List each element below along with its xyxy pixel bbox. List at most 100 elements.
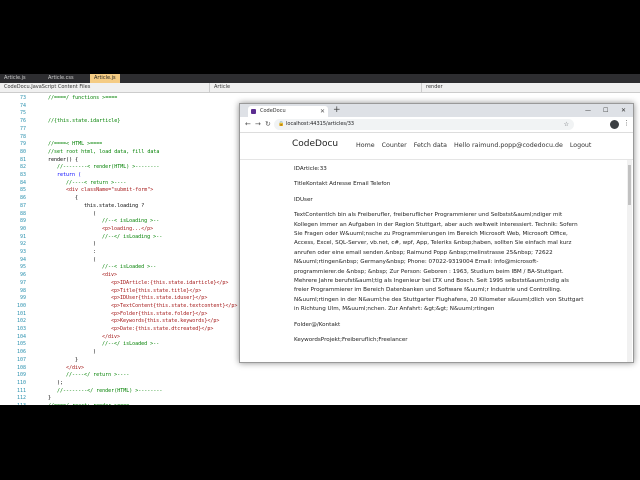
code-line[interactable]: //--< isLoading >-- [102,218,159,226]
browser-tab-bar: CodeDocu ✕ + — ☐ ✕ [240,104,633,117]
code-line[interactable]: //====< HTML >==== [48,141,102,149]
code-line[interactable]: //set root html, load data, fill data [48,149,159,157]
code-line[interactable]: ( [93,211,96,219]
code-line[interactable]: //--</ isLoading >-- [102,234,162,242]
code-line[interactable]: <p>TextContent{this.state.textcontent}</… [111,303,237,311]
vs-tab-bar: Article.js Article.css Article.js [0,74,640,83]
site-favicon-icon [251,109,256,114]
vs-tab-active[interactable]: Article.js [90,74,120,83]
code-line[interactable]: //--------< render(HTML) >-------- [57,164,159,172]
code-line[interactable]: } [48,395,51,403]
code-line[interactable]: ) [93,349,96,357]
line-number: 101 [16,310,26,317]
code-line[interactable]: //----</ return >---- [66,372,129,380]
close-tab-icon[interactable]: ✕ [320,106,325,117]
code-line[interactable]: <p>Keywords{this.state.keywords}</p> [111,318,219,326]
bookmark-star-icon[interactable]: ☆ [564,119,569,130]
new-tab-icon[interactable]: + [333,105,341,116]
site-brand[interactable]: CodeDocu [292,139,338,149]
code-line[interactable]: ) [93,241,96,249]
code-line[interactable]: //----< return >---- [66,180,126,188]
line-number: 82 [19,164,26,171]
code-line[interactable]: <div> [102,272,117,280]
line-number: 97 [19,279,26,286]
nav-link-user[interactable]: Hello raimund.popp@codedocu.de [454,142,563,149]
line-number: 79 [19,141,26,148]
line-number: 102 [16,318,26,325]
line-number: 85 [19,187,26,194]
article-folder: Folder@/Kontakt [294,321,341,328]
code-line[interactable]: <div className="submit-form"> [66,187,153,195]
line-number: 76 [19,118,26,125]
scope-dropdown[interactable]: Article [210,83,422,92]
browser-window[interactable]: CodeDocu ✕ + — ☐ ✕ ← → ↻ 🔒 localhost:443… [239,103,634,363]
nav-link-logout[interactable]: Logout [570,142,592,149]
code-line[interactable]: render() { [48,157,78,165]
line-number: 98 [19,287,26,294]
member-dropdown[interactable]: render [422,83,640,92]
code-line[interactable]: <p>Title{this.state.title}</p> [111,288,201,296]
url-input[interactable]: 🔒 localhost:44315/articles/33 ☆ [274,119,574,130]
back-icon[interactable]: ← [245,119,251,130]
scrollbar-thumb[interactable] [628,165,631,205]
code-line[interactable]: //--------</ render(HTML) >-------- [57,388,162,396]
code-line[interactable]: <p>Folder{this.state.folder}</p> [111,311,207,319]
code-line[interactable]: //--< isLoaded >-- [102,264,156,272]
page-scrollbar[interactable] [627,160,632,362]
code-line[interactable]: ); [57,380,63,388]
web-page: CodeDocu Home Counter Fetch data Hello r… [240,132,633,362]
code-line[interactable]: </div> [66,365,84,373]
code-line[interactable]: //====/ react: render >==== [48,403,129,405]
maximize-icon[interactable]: ☐ [603,104,608,117]
code-line[interactable]: <p>IDUser{this.state.iduser}</p> [111,295,207,303]
profile-avatar-icon[interactable] [610,120,619,129]
code-line[interactable]: : [93,249,96,257]
forward-icon[interactable]: → [255,119,261,130]
code-line[interactable]: <p>Date:{this.state.dtcreated}</p> [111,326,213,334]
nav-link-counter[interactable]: Counter [382,142,407,149]
nav-link-home[interactable]: Home [356,142,375,149]
nav-link-fetch-data[interactable]: Fetch data [414,142,447,149]
line-number: 88 [19,210,26,217]
line-number: 75 [19,110,26,117]
line-number: 77 [19,125,26,132]
line-number: 100 [16,302,26,309]
line-number: 81 [19,156,26,163]
code-line[interactable]: <p>loading...</p> [102,226,153,234]
code-line[interactable]: return ( [57,172,81,180]
project-dropdown[interactable]: CodeDocu.JavaScript Content Files [0,83,210,92]
line-number: 89 [19,218,26,225]
code-line[interactable]: this.state.loading ? [84,203,144,211]
code-line[interactable]: <p>IDArticle:{this.state.idarticle}</p> [111,280,228,288]
code-line[interactable]: //--</ isLoaded >-- [102,341,159,349]
line-number: 94 [19,256,26,263]
line-number: 93 [19,249,26,255]
screen: Article.js Article.css Article.js CodeDo… [0,74,640,405]
browser-menu-icon[interactable]: ⋮ [623,118,630,129]
line-number: 91 [19,233,26,240]
code-line[interactable]: { [75,195,78,203]
line-number: 90 [19,225,26,232]
code-line[interactable]: //====/ functions >==== [48,95,117,103]
line-number: 112 [16,395,26,402]
line-number: 104 [16,333,26,340]
line-number: 99 [19,295,26,302]
code-line[interactable]: //{this.state.idarticle} [48,118,120,126]
line-number: 103 [16,326,26,332]
code-line[interactable]: ( [93,257,96,265]
line-number: 111 [16,387,26,394]
article-content: IDArticle:33 TitleKontakt Adresse Email … [294,165,584,352]
browser-tab[interactable]: CodeDocu ✕ [248,106,328,117]
app-navbar: CodeDocu Home Counter Fetch data Hello r… [240,132,633,160]
code-line[interactable]: } [75,357,78,365]
vs-tab[interactable]: Article.js [0,74,44,83]
line-number: 106 [16,349,26,356]
code-line[interactable]: </div> [102,334,120,342]
vs-tab[interactable]: Article.css [44,74,90,83]
minimize-icon[interactable]: — [585,104,591,117]
line-number: 84 [19,179,26,186]
line-number: 73 [19,95,26,101]
reload-icon[interactable]: ↻ [265,119,271,130]
article-text: TextContentIch bin als Freiberufler, fre… [294,212,584,313]
close-window-icon[interactable]: ✕ [621,104,626,117]
